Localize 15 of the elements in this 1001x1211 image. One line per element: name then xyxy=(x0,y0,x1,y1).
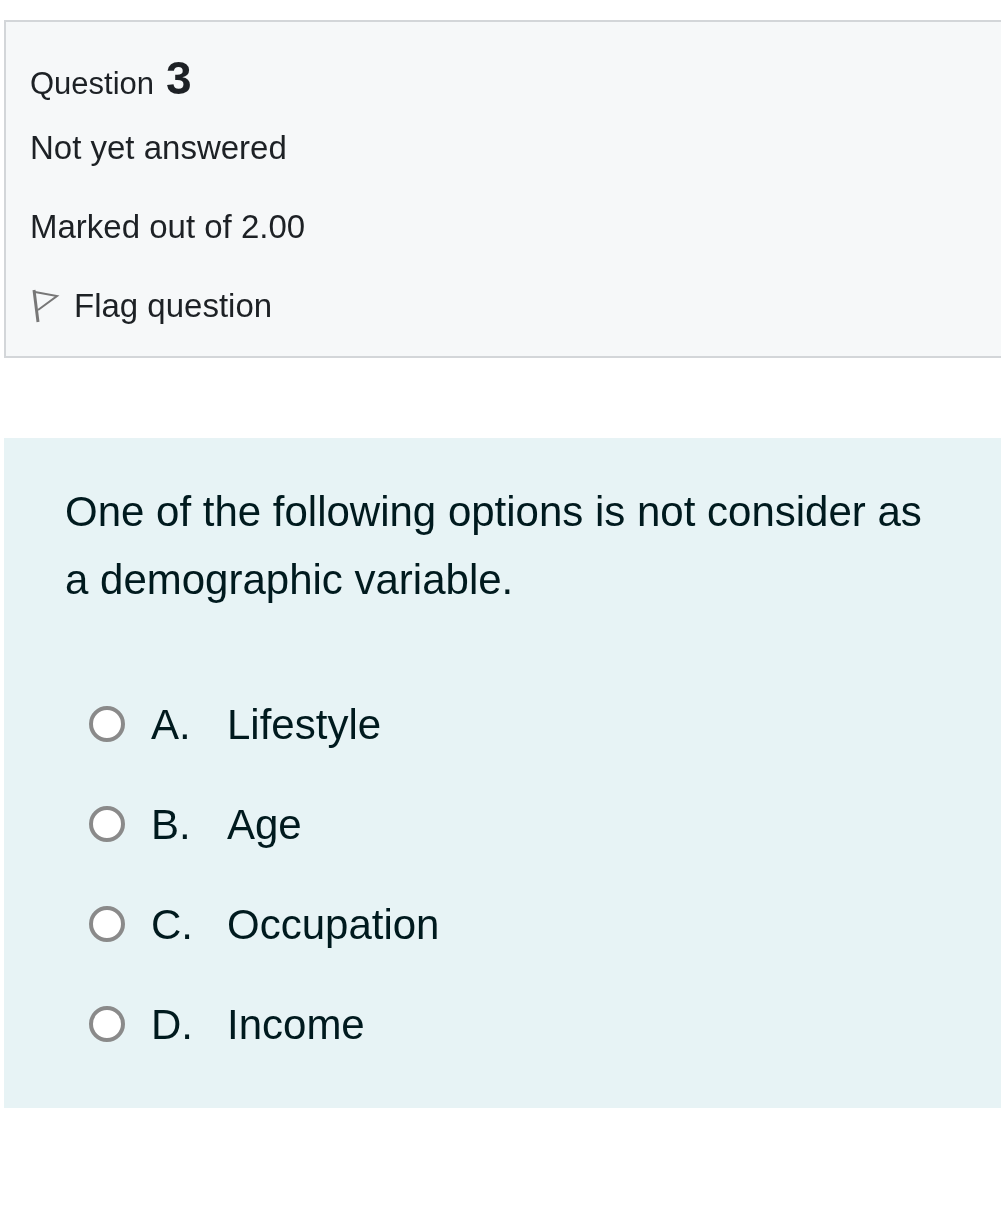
marks-text: Marked out of 2.00 xyxy=(30,206,306,247)
answer-option[interactable]: A. Lifestyle xyxy=(65,674,382,774)
flag-question-link[interactable]: Flag question xyxy=(30,266,273,345)
answer-status: Not yet answered xyxy=(30,127,287,168)
question-number: 3 xyxy=(166,51,192,106)
answer-option[interactable]: D. Income xyxy=(65,974,365,1074)
radio-button[interactable] xyxy=(89,706,125,742)
flag-icon xyxy=(30,287,60,324)
question-label: Question xyxy=(30,65,155,103)
radio-button[interactable] xyxy=(89,806,125,842)
answer-option[interactable]: B. Age xyxy=(65,774,302,874)
radio-button[interactable] xyxy=(89,1006,125,1042)
answer-option[interactable]: C. Occupation xyxy=(65,874,440,974)
question-text: One of the following options is not consider as a demographic variable. xyxy=(65,487,923,605)
radio-button[interactable] xyxy=(89,906,125,942)
